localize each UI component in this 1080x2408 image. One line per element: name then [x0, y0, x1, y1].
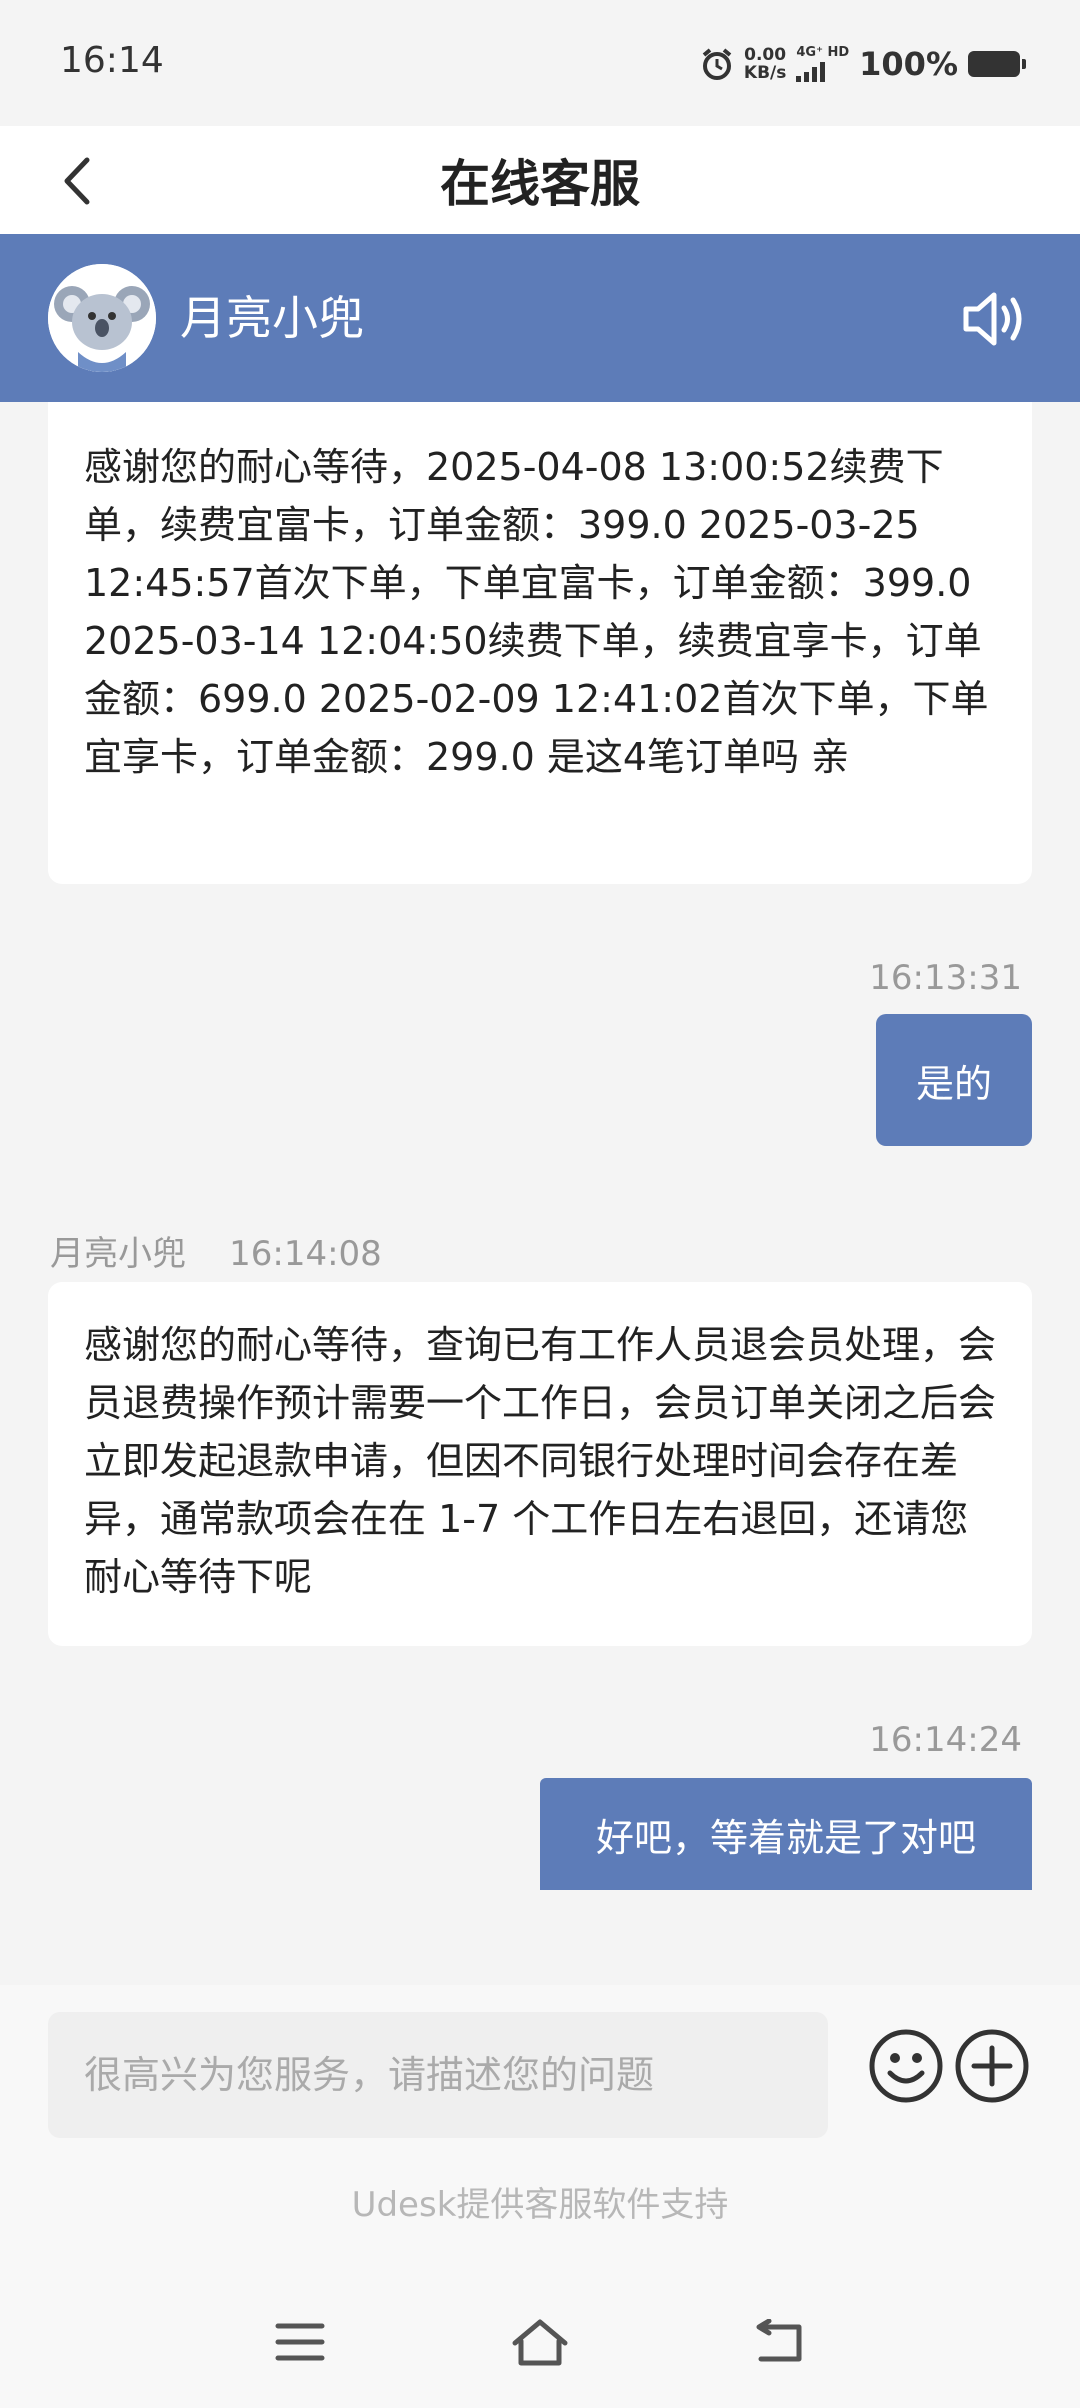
back-button[interactable]	[46, 146, 106, 216]
plus-icon	[955, 2029, 1029, 2103]
message-text: 感谢您的耐心等待，查询已有工作人员退会员处理，会员退费操作预计需要一个工作日，会…	[84, 1323, 997, 1599]
agent-message-header: 月亮小兜 16:14:08	[50, 1226, 382, 1275]
nav-bar: 在线客服	[0, 126, 1080, 234]
alarm-icon	[702, 48, 732, 80]
agent-message-bubble: 感谢您的耐心等待，2025-04-08 13:00:52续费下单，续费宜富卡，订…	[48, 402, 1032, 884]
back-nav-button[interactable]	[740, 2302, 820, 2382]
net-speed: 0.00 KB/s	[744, 46, 786, 82]
home-icon	[512, 2319, 568, 2366]
message-text: 感谢您的耐心等待，2025-04-08 13:00:52续费下单，续费宜富卡，订…	[84, 445, 989, 779]
message-text: 是的	[915, 1061, 992, 1106]
agent-message-bubble: 感谢您的耐心等待，查询已有工作人员退会员处理，会员退费操作预计需要一个工作日，会…	[48, 1282, 1032, 1646]
signal-indicator: 4G⁺ HD	[796, 46, 849, 82]
message-input[interactable]	[48, 2012, 828, 2138]
speaker-icon	[963, 292, 1022, 346]
plus-button[interactable]	[952, 2026, 1032, 2106]
message-timestamp: 16:14:08	[229, 1234, 382, 1274]
status-time: 16:14	[60, 40, 164, 81]
powered-by-text: Udesk提供客服软件支持	[351, 2185, 729, 2225]
message-timestamp: 16:13:31	[869, 958, 1022, 998]
page-title: 在线客服	[440, 155, 640, 213]
net-speed-value: 0.00	[744, 45, 787, 65]
network-label: 4G⁺ HD	[796, 45, 850, 60]
agent-name: 月亮小兜	[180, 291, 364, 345]
user-message-bubble: 是的	[876, 1014, 1032, 1146]
agent-header: 月亮小兜	[0, 234, 1080, 402]
menu-button[interactable]	[260, 2302, 340, 2382]
message-text: 好吧，等着就是了对吧	[595, 1815, 976, 1860]
user-message-bubble: 好吧，等着就是了对吧	[540, 1778, 1032, 1890]
chat-area[interactable]: 感谢您的耐心等待，2025-04-08 13:00:52续费下单，续费宜富卡，订…	[0, 402, 1080, 1985]
battery-percent: 100%	[859, 45, 958, 83]
agent-avatar[interactable]	[48, 264, 156, 372]
signal-bars-icon	[796, 60, 849, 82]
message-timestamp: 16:14:24	[869, 1720, 1022, 1760]
emoji-button[interactable]	[866, 2026, 946, 2106]
sender-name: 月亮小兜	[50, 1234, 186, 1274]
status-bar: 16:14 0.00 KB/s 4G⁺ HD 100%	[0, 0, 1080, 126]
net-speed-unit: KB/s	[743, 63, 787, 83]
status-icons: 0.00 KB/s 4G⁺ HD 100%	[700, 40, 1026, 88]
menu-icon	[275, 2323, 325, 2361]
back-icon	[64, 157, 90, 205]
back-nav-icon	[756, 2319, 802, 2362]
koala-avatar-icon	[48, 264, 156, 372]
speaker-button[interactable]	[960, 284, 1030, 354]
home-button[interactable]	[500, 2302, 580, 2382]
battery-icon	[968, 51, 1026, 77]
emoji-icon	[869, 2029, 943, 2103]
